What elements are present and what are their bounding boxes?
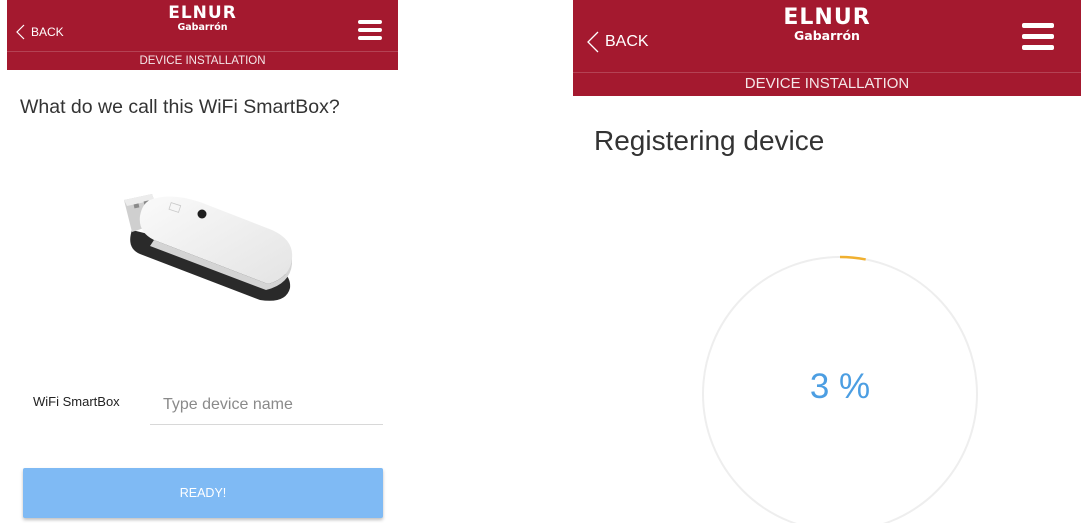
- hamburger-menu-icon[interactable]: [1022, 23, 1054, 56]
- wifi-smartbox-dongle-icon: [110, 192, 300, 309]
- brand-logo: ELNUR Gabarrón: [168, 5, 237, 33]
- progress-percent: 3 %: [809, 367, 871, 406]
- logo-line2: Gabarrón: [177, 22, 228, 33]
- app-header: BACK ELNUR Gabarrón DEVICE INSTALLATION: [7, 0, 398, 70]
- back-label: BACK: [605, 33, 649, 50]
- logo-line2: Gabarrón: [794, 28, 860, 43]
- back-button[interactable]: BACK: [16, 22, 64, 42]
- hamburger-menu-icon[interactable]: [358, 20, 382, 44]
- chevron-left-icon: [587, 31, 599, 53]
- ready-button[interactable]: READY!: [23, 468, 383, 518]
- device-name-label: WiFi SmartBox: [33, 394, 120, 409]
- progress-ring: 3 %: [701, 255, 979, 523]
- page-question: What do we call this WiFi SmartBox?: [20, 96, 340, 118]
- logo-line1: ELNUR: [168, 3, 237, 23]
- device-name-input[interactable]: [150, 385, 383, 425]
- brand-logo: ELNUR Gabarrón: [783, 7, 870, 43]
- header-subtitle: DEVICE INSTALLATION: [573, 72, 1081, 96]
- device-name-screen: BACK ELNUR Gabarrón DEVICE INSTALLATION …: [7, 0, 398, 523]
- back-label: BACK: [31, 25, 64, 39]
- chevron-left-icon: [16, 24, 25, 40]
- back-button[interactable]: BACK: [587, 29, 649, 55]
- status-title: Registering device: [594, 125, 825, 156]
- logo-line1: ELNUR: [783, 5, 871, 30]
- app-header: BACK ELNUR Gabarrón DEVICE INSTALLATION: [573, 0, 1081, 96]
- header-subtitle: DEVICE INSTALLATION: [7, 51, 398, 70]
- registering-screen: BACK ELNUR Gabarrón DEVICE INSTALLATION …: [573, 0, 1081, 523]
